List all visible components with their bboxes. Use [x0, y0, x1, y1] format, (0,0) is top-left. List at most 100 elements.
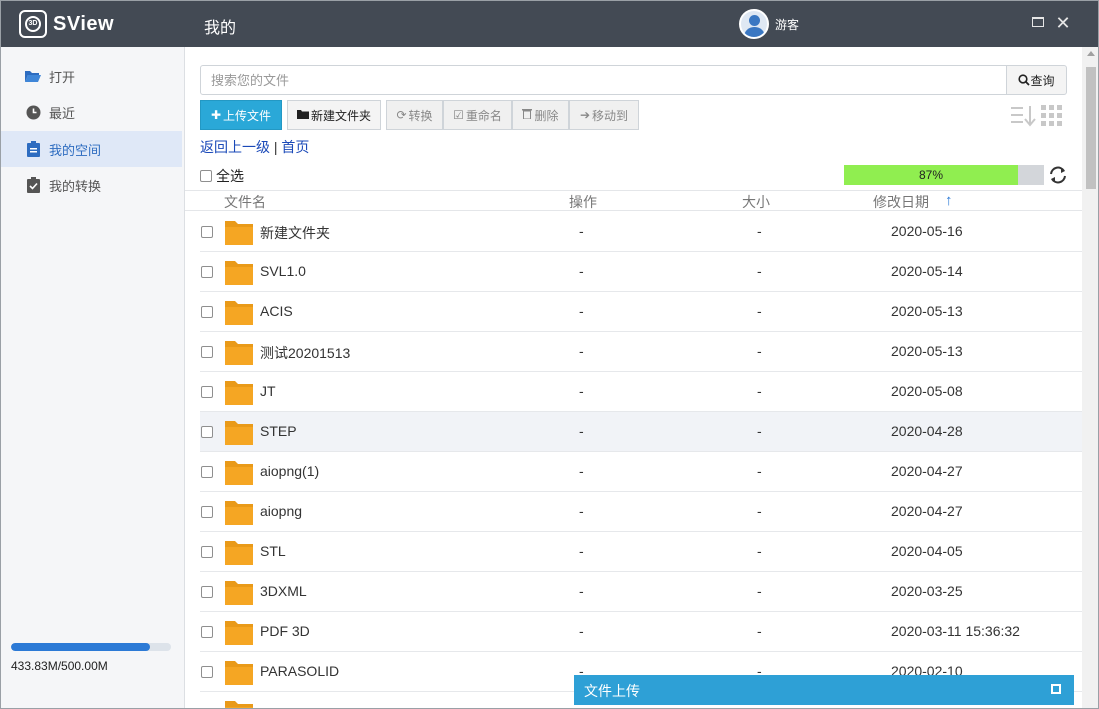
clipboard-icon [25, 141, 41, 157]
table-row[interactable]: 3DXML - - 2020-03-25 [200, 572, 1082, 612]
close-icon[interactable]: ✕ [1054, 14, 1072, 32]
table-row[interactable]: STEP - - 2020-04-28 [200, 412, 1082, 452]
app-name: SView [53, 12, 115, 35]
breadcrumb-home-link[interactable]: 首页 [281, 139, 309, 155]
sidebar-item-my-space[interactable]: 我的空间 [1, 131, 182, 167]
row-checkbox[interactable] [201, 666, 213, 678]
sort-list-icon[interactable] [1011, 105, 1037, 127]
file-name[interactable]: PDF 3D [260, 623, 310, 639]
file-size: - [757, 543, 762, 559]
sidebar-item-label: 我的空间 [49, 142, 102, 158]
file-size: - [757, 223, 762, 239]
maximize-icon[interactable] [1029, 14, 1047, 32]
folder-icon [225, 339, 253, 365]
new-folder-button[interactable]: 新建文件夹 [287, 100, 381, 130]
rename-button[interactable]: ☑ 重命名 [443, 100, 512, 130]
file-name[interactable]: STEP [260, 423, 297, 439]
table-row[interactable]: ACIS - - 2020-05-13 [200, 292, 1082, 332]
folder-icon [225, 219, 253, 245]
row-checkbox[interactable] [201, 466, 213, 478]
row-checkbox[interactable] [201, 546, 213, 558]
upload-button-label: 上传文件 [223, 108, 272, 123]
column-header-name[interactable]: 文件名 [224, 192, 266, 212]
folder-icon [225, 579, 253, 605]
arrow-right-icon: ➔ [579, 108, 591, 122]
file-modified-date: 2020-04-28 [891, 423, 963, 439]
select-all-label: 全选 [216, 168, 244, 184]
convert-button[interactable]: ⟳ 转换 [386, 100, 443, 130]
file-name[interactable]: JT [260, 383, 276, 399]
storage-usage-fill [11, 643, 151, 651]
upload-button[interactable]: ✚ 上传文件 [200, 100, 282, 130]
file-name[interactable]: SVL1.0 [260, 263, 306, 279]
folder-icon [225, 659, 253, 685]
table-row[interactable]: aiopng(1) - - 2020-04-27 [200, 452, 1082, 492]
avatar-icon[interactable] [739, 9, 769, 39]
scroll-up-icon[interactable] [1087, 51, 1095, 56]
sort-ascending-icon[interactable]: ↑ [945, 192, 953, 209]
row-checkbox[interactable] [201, 346, 213, 358]
file-name[interactable]: ACIS [260, 303, 293, 319]
checkbox-icon[interactable] [200, 170, 212, 182]
file-name[interactable]: 测试20201513 [260, 343, 350, 363]
file-action: - [579, 503, 584, 519]
search-icon [1018, 74, 1031, 86]
delete-button[interactable]: 删除 [512, 100, 569, 130]
table-row[interactable]: 新建文件夹 - - 2020-05-16 [200, 212, 1082, 252]
file-name[interactable]: aiopng [260, 503, 302, 519]
page-title: 我的 [204, 20, 237, 37]
column-header-size[interactable]: 大小 [742, 192, 770, 212]
plus-icon: ✚ [210, 108, 222, 122]
file-name[interactable]: PARASOLID [260, 663, 339, 679]
row-checkbox[interactable] [201, 306, 213, 318]
search-input[interactable] [200, 65, 1007, 95]
select-all-checkbox[interactable]: 全选 [200, 166, 244, 186]
user-menu[interactable]: 游客 [739, 9, 799, 39]
table-row[interactable]: aiopng - - 2020-04-27 [200, 492, 1082, 532]
table-row[interactable]: PDF 3D - - 2020-03-11 15:36:32 [200, 612, 1082, 652]
row-checkbox[interactable] [201, 266, 213, 278]
scroll-thumb[interactable] [1086, 67, 1096, 189]
folder-icon [225, 259, 253, 285]
table-row[interactable]: STL - - 2020-04-05 [200, 532, 1082, 572]
breadcrumb-up-link[interactable]: 返回上一级 [200, 139, 270, 155]
row-checkbox[interactable] [201, 226, 213, 238]
file-name[interactable]: 新建文件夹 [260, 223, 330, 243]
row-checkbox[interactable] [201, 386, 213, 398]
clock-icon [25, 104, 41, 120]
sidebar-item-my-conversions[interactable]: 我的转换 [1, 167, 182, 203]
main-content: 查询 ✚上传文件 新建文件夹 ⟳转换 ☑重命名 删除 ➔移动到 [185, 47, 1098, 708]
row-checkbox[interactable] [201, 586, 213, 598]
sidebar-item-recent[interactable]: 最近 [1, 94, 182, 130]
file-name[interactable]: aiopng(1) [260, 463, 319, 479]
search-button[interactable]: 查询 [1006, 65, 1067, 95]
vertical-scrollbar[interactable] [1082, 47, 1098, 708]
upload-panel[interactable]: 文件上传 [574, 675, 1074, 705]
table-row[interactable]: SVL1.0 - - 2020-05-14 [200, 252, 1082, 292]
search-button-label: 查询 [1030, 73, 1055, 88]
breadcrumb: 返回上一级 | 首页 [200, 137, 309, 157]
sidebar-item-label: 最近 [49, 105, 76, 121]
file-modified-date: 2020-05-13 [891, 303, 963, 319]
row-checkbox[interactable] [201, 426, 213, 438]
file-modified-date: 2020-05-08 [891, 383, 963, 399]
table-row[interactable]: 测试20201513 - - 2020-05-13 [200, 332, 1082, 372]
file-action: - [579, 543, 584, 559]
refresh-icon[interactable] [1047, 164, 1069, 186]
file-action: - [579, 223, 584, 239]
sidebar-item-open[interactable]: 打开 [1, 58, 182, 94]
folder-icon [225, 419, 253, 445]
column-header-modified[interactable]: 修改日期 [873, 192, 929, 212]
trash-icon [522, 108, 533, 122]
table-row[interactable]: JT - - 2020-05-08 [200, 372, 1082, 412]
user-name[interactable]: 游客 [775, 16, 799, 33]
file-name[interactable]: 3DXML [260, 583, 307, 599]
restore-icon[interactable] [1051, 684, 1061, 694]
row-checkbox[interactable] [201, 626, 213, 638]
grid-view-icon[interactable] [1041, 105, 1063, 127]
folder-icon [296, 108, 309, 122]
move-to-button[interactable]: ➔ 移动到 [569, 100, 639, 130]
file-name[interactable]: STL [260, 543, 286, 559]
file-modified-date: 2020-04-05 [891, 543, 963, 559]
row-checkbox[interactable] [201, 506, 213, 518]
